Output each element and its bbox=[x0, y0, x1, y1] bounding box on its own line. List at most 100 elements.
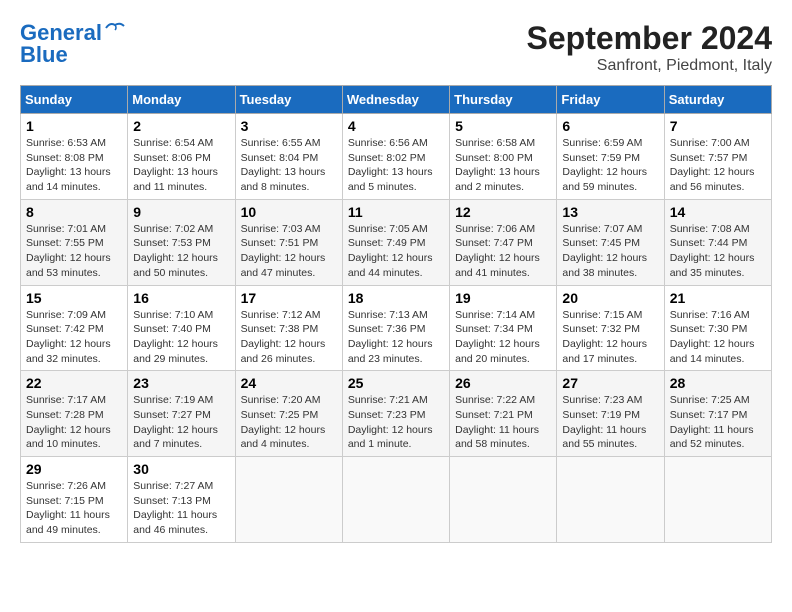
day-info: Sunrise: 7:07 AMSunset: 7:45 PMDaylight:… bbox=[562, 222, 658, 281]
calendar-cell: 21 Sunrise: 7:16 AMSunset: 7:30 PMDayligh… bbox=[664, 285, 771, 371]
day-number: 28 bbox=[670, 375, 766, 391]
page-header: General Blue September 2024 Sanfront, Pi… bbox=[20, 20, 772, 75]
calendar-cell: 22 Sunrise: 7:17 AMSunset: 7:28 PMDayligh… bbox=[21, 371, 128, 457]
day-number: 25 bbox=[348, 375, 444, 391]
day-number: 1 bbox=[26, 118, 122, 134]
calendar-cell: 19 Sunrise: 7:14 AMSunset: 7:34 PMDayligh… bbox=[450, 285, 557, 371]
calendar-cell bbox=[450, 457, 557, 543]
day-number: 19 bbox=[455, 290, 551, 306]
day-info: Sunrise: 6:59 AMSunset: 7:59 PMDaylight:… bbox=[562, 136, 658, 195]
day-info: Sunrise: 7:03 AMSunset: 7:51 PMDaylight:… bbox=[241, 222, 337, 281]
weekday-header-thursday: Thursday bbox=[450, 86, 557, 114]
calendar-cell: 20 Sunrise: 7:15 AMSunset: 7:32 PMDayligh… bbox=[557, 285, 664, 371]
calendar-cell: 3 Sunrise: 6:55 AMSunset: 8:04 PMDaylight… bbox=[235, 114, 342, 200]
calendar-cell: 26Sunrise: 7:22 AMSunset: 7:21 PMDayligh… bbox=[450, 371, 557, 457]
calendar-cell bbox=[342, 457, 449, 543]
weekday-header-wednesday: Wednesday bbox=[342, 86, 449, 114]
day-info: Sunrise: 7:25 AMSunset: 7:17 PMDaylight:… bbox=[670, 393, 766, 452]
day-number: 15 bbox=[26, 290, 122, 306]
calendar-week-2: 8Sunrise: 7:01 AMSunset: 7:55 PMDaylight… bbox=[21, 199, 772, 285]
calendar-cell bbox=[235, 457, 342, 543]
day-info: Sunrise: 7:26 AMSunset: 7:15 PMDaylight:… bbox=[26, 479, 122, 538]
day-number: 4 bbox=[348, 118, 444, 134]
calendar-cell: 8Sunrise: 7:01 AMSunset: 7:55 PMDaylight… bbox=[21, 199, 128, 285]
day-number: 11 bbox=[348, 204, 444, 220]
calendar-cell bbox=[664, 457, 771, 543]
day-info: Sunrise: 6:53 AMSunset: 8:08 PMDaylight:… bbox=[26, 136, 122, 195]
weekday-header-friday: Friday bbox=[557, 86, 664, 114]
day-info: Sunrise: 7:05 AMSunset: 7:49 PMDaylight:… bbox=[348, 222, 444, 281]
day-info: Sunrise: 7:16 AMSunset: 7:30 PMDaylight:… bbox=[670, 308, 766, 367]
day-info: Sunrise: 6:58 AMSunset: 8:00 PMDaylight:… bbox=[455, 136, 551, 195]
calendar-cell: 23 Sunrise: 7:19 AMSunset: 7:27 PMDayligh… bbox=[128, 371, 235, 457]
calendar-table: SundayMondayTuesdayWednesdayThursdayFrid… bbox=[20, 85, 772, 543]
day-number: 3 bbox=[241, 118, 337, 134]
calendar-cell: 1 Sunrise: 6:53 AMSunset: 8:08 PMDaylight… bbox=[21, 114, 128, 200]
weekday-header-saturday: Saturday bbox=[664, 86, 771, 114]
day-info: Sunrise: 7:09 AMSunset: 7:42 PMDaylight:… bbox=[26, 308, 122, 367]
day-number: 30 bbox=[133, 461, 229, 477]
day-number: 16 bbox=[133, 290, 229, 306]
weekday-header-sunday: Sunday bbox=[21, 86, 128, 114]
day-info: Sunrise: 7:15 AMSunset: 7:32 PMDaylight:… bbox=[562, 308, 658, 367]
logo-blue-text: Blue bbox=[20, 42, 68, 68]
calendar-cell: 11 Sunrise: 7:05 AMSunset: 7:49 PMDayligh… bbox=[342, 199, 449, 285]
day-info: Sunrise: 7:20 AMSunset: 7:25 PMDaylight:… bbox=[241, 393, 337, 452]
calendar-cell: 5 Sunrise: 6:58 AMSunset: 8:00 PMDaylight… bbox=[450, 114, 557, 200]
day-number: 20 bbox=[562, 290, 658, 306]
day-info: Sunrise: 6:55 AMSunset: 8:04 PMDaylight:… bbox=[241, 136, 337, 195]
day-info: Sunrise: 7:10 AMSunset: 7:40 PMDaylight:… bbox=[133, 308, 229, 367]
day-info: Sunrise: 7:17 AMSunset: 7:28 PMDaylight:… bbox=[26, 393, 122, 452]
calendar-cell: 14 Sunrise: 7:08 AMSunset: 7:44 PMDayligh… bbox=[664, 199, 771, 285]
weekday-header-monday: Monday bbox=[128, 86, 235, 114]
day-info: Sunrise: 7:14 AMSunset: 7:34 PMDaylight:… bbox=[455, 308, 551, 367]
calendar-week-5: 29 Sunrise: 7:26 AMSunset: 7:15 PMDayligh… bbox=[21, 457, 772, 543]
day-info: Sunrise: 6:54 AMSunset: 8:06 PMDaylight:… bbox=[133, 136, 229, 195]
day-info: Sunrise: 7:21 AMSunset: 7:23 PMDaylight:… bbox=[348, 393, 444, 452]
calendar-cell: 9Sunrise: 7:02 AMSunset: 7:53 PMDaylight… bbox=[128, 199, 235, 285]
logo: General Blue bbox=[20, 20, 126, 68]
calendar-cell: 7 Sunrise: 7:00 AMSunset: 7:57 PMDaylight… bbox=[664, 114, 771, 200]
calendar-week-1: 1 Sunrise: 6:53 AMSunset: 8:08 PMDaylight… bbox=[21, 114, 772, 200]
day-info: Sunrise: 7:08 AMSunset: 7:44 PMDaylight:… bbox=[670, 222, 766, 281]
day-info: Sunrise: 7:13 AMSunset: 7:36 PMDaylight:… bbox=[348, 308, 444, 367]
calendar-cell: 29 Sunrise: 7:26 AMSunset: 7:15 PMDayligh… bbox=[21, 457, 128, 543]
day-number: 2 bbox=[133, 118, 229, 134]
day-info: Sunrise: 7:19 AMSunset: 7:27 PMDaylight:… bbox=[133, 393, 229, 452]
calendar-cell: 2 Sunrise: 6:54 AMSunset: 8:06 PMDaylight… bbox=[128, 114, 235, 200]
day-number: 29 bbox=[26, 461, 122, 477]
day-number: 12 bbox=[455, 204, 551, 220]
calendar-cell: 30 Sunrise: 7:27 AMSunset: 7:13 PMDayligh… bbox=[128, 457, 235, 543]
day-info: Sunrise: 7:27 AMSunset: 7:13 PMDaylight:… bbox=[133, 479, 229, 538]
logo-bird-icon bbox=[104, 20, 126, 36]
day-number: 17 bbox=[241, 290, 337, 306]
calendar-cell: 4 Sunrise: 6:56 AMSunset: 8:02 PMDaylight… bbox=[342, 114, 449, 200]
day-number: 26 bbox=[455, 375, 551, 391]
day-info: Sunrise: 7:06 AMSunset: 7:47 PMDaylight:… bbox=[455, 222, 551, 281]
day-number: 23 bbox=[133, 375, 229, 391]
calendar-cell: 10Sunrise: 7:03 AMSunset: 7:51 PMDayligh… bbox=[235, 199, 342, 285]
day-number: 14 bbox=[670, 204, 766, 220]
day-number: 5 bbox=[455, 118, 551, 134]
day-number: 22 bbox=[26, 375, 122, 391]
day-number: 27 bbox=[562, 375, 658, 391]
day-info: Sunrise: 6:56 AMSunset: 8:02 PMDaylight:… bbox=[348, 136, 444, 195]
day-info: Sunrise: 7:12 AMSunset: 7:38 PMDaylight:… bbox=[241, 308, 337, 367]
calendar-header-row: SundayMondayTuesdayWednesdayThursdayFrid… bbox=[21, 86, 772, 114]
day-number: 21 bbox=[670, 290, 766, 306]
calendar-cell: 28 Sunrise: 7:25 AMSunset: 7:17 PMDayligh… bbox=[664, 371, 771, 457]
calendar-cell bbox=[557, 457, 664, 543]
day-number: 7 bbox=[670, 118, 766, 134]
calendar-cell: 27 Sunrise: 7:23 AMSunset: 7:19 PMDayligh… bbox=[557, 371, 664, 457]
calendar-cell: 6Sunrise: 6:59 AMSunset: 7:59 PMDaylight… bbox=[557, 114, 664, 200]
day-info: Sunrise: 7:23 AMSunset: 7:19 PMDaylight:… bbox=[562, 393, 658, 452]
day-info: Sunrise: 7:00 AMSunset: 7:57 PMDaylight:… bbox=[670, 136, 766, 195]
day-number: 8 bbox=[26, 204, 122, 220]
page-subtitle: Sanfront, Piedmont, Italy bbox=[527, 57, 772, 75]
calendar-week-4: 22 Sunrise: 7:17 AMSunset: 7:28 PMDayligh… bbox=[21, 371, 772, 457]
calendar-cell: 16 Sunrise: 7:10 AMSunset: 7:40 PMDayligh… bbox=[128, 285, 235, 371]
day-number: 24 bbox=[241, 375, 337, 391]
day-number: 9 bbox=[133, 204, 229, 220]
weekday-header-tuesday: Tuesday bbox=[235, 86, 342, 114]
calendar-cell: 15 Sunrise: 7:09 AMSunset: 7:42 PMDayligh… bbox=[21, 285, 128, 371]
